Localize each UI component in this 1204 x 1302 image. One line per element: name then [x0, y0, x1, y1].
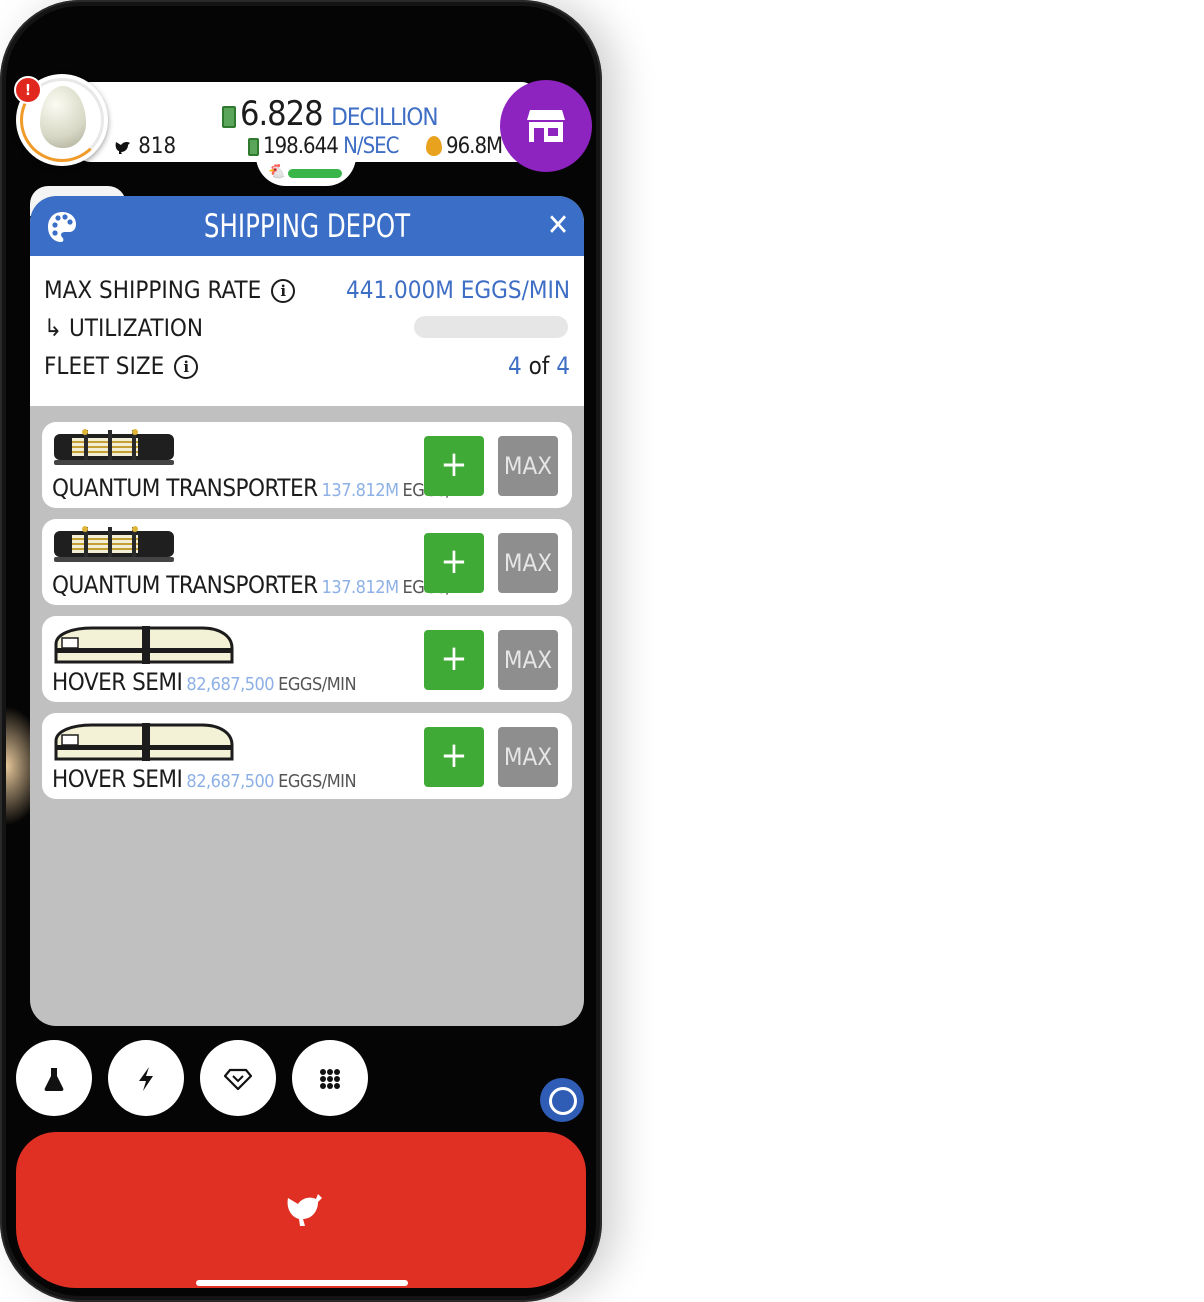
income-rate: 198.644 N/SEC	[248, 134, 400, 159]
upgrade-max-button[interactable]: MAX	[498, 727, 558, 787]
vehicle-name: QUANTUM TRANSPORTER	[52, 474, 318, 502]
boost-button[interactable]	[108, 1040, 184, 1116]
gem-button[interactable]	[200, 1040, 276, 1116]
quantum-transporter-icon	[54, 429, 174, 465]
upgrade-plus-button[interactable]: +	[424, 630, 484, 690]
income-amount: 198.644	[263, 134, 339, 159]
shipping-depot-dialog: SHIPPING DEPOT ✕ MAX SHIPPING RATE i 441.…	[30, 196, 584, 1026]
money-amount: 6.828	[240, 94, 324, 134]
hover-semi-icon	[54, 626, 234, 664]
info-icon[interactable]: i	[271, 279, 296, 303]
vehicle-rate: 82,687,500	[186, 674, 275, 695]
chicken-icon	[115, 141, 130, 154]
money-unit: DECILLION	[331, 103, 438, 131]
vehicle-name: QUANTUM TRANSPORTER	[52, 571, 318, 599]
upgrade-plus-button[interactable]: +	[424, 533, 484, 593]
info-icon[interactable]: i	[174, 355, 199, 379]
gem-icon	[223, 1068, 253, 1091]
fleet-size-label: FLEET SIZE	[44, 352, 165, 380]
grid-icon	[320, 1069, 340, 1089]
upgrade-plus-button[interactable]: +	[424, 727, 484, 787]
max-rate-row: MAX SHIPPING RATE i	[44, 276, 296, 304]
vehicle-rate: 137.812M	[321, 480, 399, 501]
chicken-count-value: 818	[138, 134, 177, 159]
flask-icon	[44, 1068, 64, 1091]
vehicle-row: QUANTUM TRANSPORTER137.812MEGGS/MIN + MA…	[42, 422, 572, 508]
max-rate-label: MAX SHIPPING RATE	[44, 276, 262, 304]
vehicle-rate: 137.812M	[321, 577, 399, 598]
vehicle-rate-unit: EGGS/MIN	[278, 771, 357, 792]
vehicle-row: HOVER SEMI 82,687,500 EGGS/MIN + MAX	[42, 616, 572, 702]
golden-egg-icon	[426, 136, 442, 156]
max-rate-value: 441.000M EGGS/MIN	[346, 276, 570, 304]
shop-button[interactable]	[500, 80, 592, 172]
close-icon[interactable]: ✕	[542, 210, 574, 242]
shop-icon	[527, 110, 565, 142]
game-screen: ! 6.828 DECILLION 198.644 N/SEC 818 96.8…	[6, 6, 596, 1296]
vehicle-name-line: QUANTUM TRANSPORTER137.812MEGGS/MIN	[52, 571, 481, 599]
vehicle-name-line: QUANTUM TRANSPORTER137.812MEGGS/MIN	[52, 474, 481, 502]
upgrade-max-button[interactable]: MAX	[498, 630, 558, 690]
chicken-progress-bar	[288, 169, 342, 178]
chicken-count: 818	[114, 134, 176, 159]
utilization-label: ↳ UTILIZATION	[44, 314, 204, 342]
income-unit: N/SEC	[343, 134, 399, 159]
vehicle-name: HOVER SEMI	[52, 668, 183, 696]
quantum-transporter-icon	[54, 526, 174, 562]
lightning-icon	[139, 1067, 153, 1091]
hover-semi-icon	[54, 723, 234, 761]
vehicle-name-line: HOVER SEMI 82,687,500 EGGS/MIN	[52, 765, 357, 793]
notification-badge[interactable]: !	[14, 76, 42, 104]
vehicle-rate: 82,687,500	[186, 771, 275, 792]
research-button[interactable]	[16, 1040, 92, 1116]
money-total: 6.828 DECILLION	[222, 94, 439, 134]
depot-info-panel: MAX SHIPPING RATE i 441.000M EGGS/MIN ↳ U…	[30, 256, 584, 406]
vehicle-row: HOVER SEMI 82,687,500 EGGS/MIN + MAX	[42, 713, 572, 799]
fleet-size-value: 4 of 4	[508, 352, 570, 380]
cash-icon	[248, 138, 259, 156]
upgrade-max-button[interactable]: MAX	[498, 533, 558, 593]
chicken-icon	[287, 1194, 322, 1226]
drone-chicken-icon: 🐔	[268, 164, 286, 180]
fleet-of: of	[528, 352, 550, 380]
vehicle-name-line: HOVER SEMI 82,687,500 EGGS/MIN	[52, 668, 357, 696]
upgrade-max-button[interactable]: MAX	[498, 436, 558, 496]
upgrade-plus-button[interactable]: +	[424, 436, 484, 496]
palette-icon[interactable]	[46, 210, 78, 244]
utilization-bar	[414, 316, 568, 338]
cash-icon	[222, 106, 236, 128]
fleet-current: 4	[508, 352, 522, 380]
golden-eggs: 96.8M	[426, 134, 503, 159]
dialog-title: SHIPPING DEPOT	[203, 207, 411, 245]
hatch-chicken-button[interactable]	[16, 1132, 586, 1288]
vehicle-name: HOVER SEMI	[52, 765, 183, 793]
golden-eggs-value: 96.8M	[446, 134, 503, 159]
fleet-total: 4	[556, 352, 570, 380]
phone-frame: ! 6.828 DECILLION 198.644 N/SEC 818 96.8…	[0, 0, 602, 1302]
vehicle-rate-unit: EGGS/MIN	[278, 674, 357, 695]
assistive-touch-button[interactable]	[540, 1078, 584, 1122]
dialog-header: SHIPPING DEPOT ✕	[30, 196, 584, 256]
menu-button[interactable]	[292, 1040, 368, 1116]
home-indicator	[196, 1280, 408, 1286]
vehicle-row: QUANTUM TRANSPORTER137.812MEGGS/MIN + MA…	[42, 519, 572, 605]
fleet-size-row: FLEET SIZE i	[44, 352, 199, 380]
